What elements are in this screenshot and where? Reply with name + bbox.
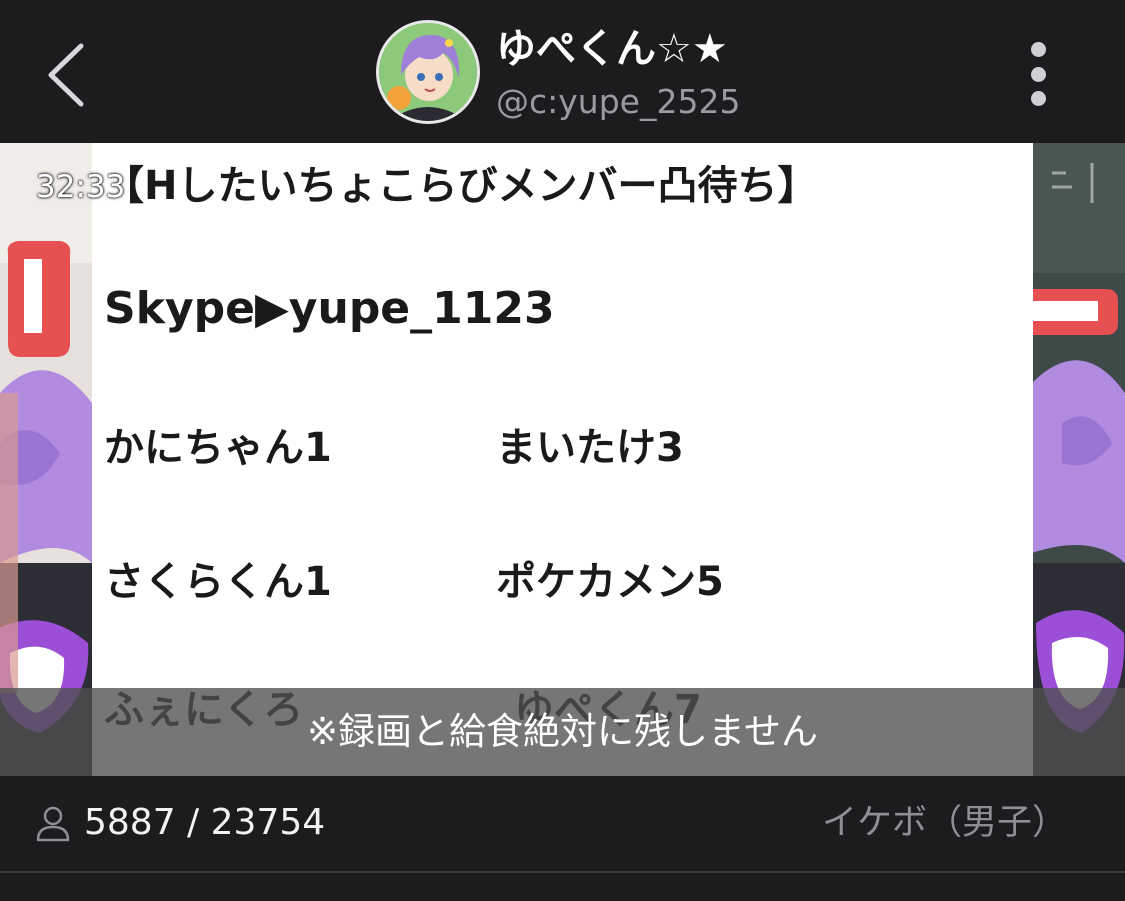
viewer-count: 5887 / 23754 xyxy=(84,802,326,843)
more-options-button[interactable] xyxy=(1012,36,1064,112)
more-dot xyxy=(1030,66,1046,82)
member-2: まいたけ3 xyxy=(496,425,684,471)
skype-id: Skype▶yupe_1123 xyxy=(104,283,555,334)
app-header: ゆぺくん☆★ @c:yupe_2525 xyxy=(0,0,1125,143)
card-title: 【Hしたいちょこらびメンバー凸待ち】 xyxy=(104,163,818,209)
user-handle: @c:yupe_2525 xyxy=(496,82,741,121)
person-icon xyxy=(36,806,70,842)
avatar-image xyxy=(379,23,477,121)
back-arrow-icon xyxy=(48,43,84,107)
caption-text: ※録画と給食絶対に残しません xyxy=(307,710,818,753)
stream-footer: 5887 / 23754 イケボ（男子） xyxy=(0,776,1125,871)
member-1: かにちゃん1 xyxy=(104,425,332,471)
content-below-edge xyxy=(0,873,1125,901)
user-name: ゆぺくん☆★ xyxy=(496,26,728,72)
background-art-left xyxy=(0,143,92,776)
member-3: さくらくん1 xyxy=(104,559,332,605)
back-button[interactable] xyxy=(30,30,100,120)
stream-timer: 32:33 xyxy=(36,169,126,205)
stream-category[interactable]: イケボ（男子） xyxy=(822,800,1067,846)
background-art-right xyxy=(1032,143,1125,776)
caption-bar: ※録画と給食絶対に残しません xyxy=(0,688,1125,776)
more-vertical-icon xyxy=(1030,42,1046,57)
avatar[interactable] xyxy=(376,20,480,124)
stream-info-card: 【Hしたいちょこらびメンバー凸待ち】 Skype▶yupe_1123 かにちゃん… xyxy=(92,143,1033,776)
stream-video[interactable]: 【Hしたいちょこらびメンバー凸待ち】 Skype▶yupe_1123 かにちゃん… xyxy=(0,143,1125,776)
more-dot xyxy=(1030,91,1046,106)
member-4: ポケカメン5 xyxy=(496,559,724,605)
